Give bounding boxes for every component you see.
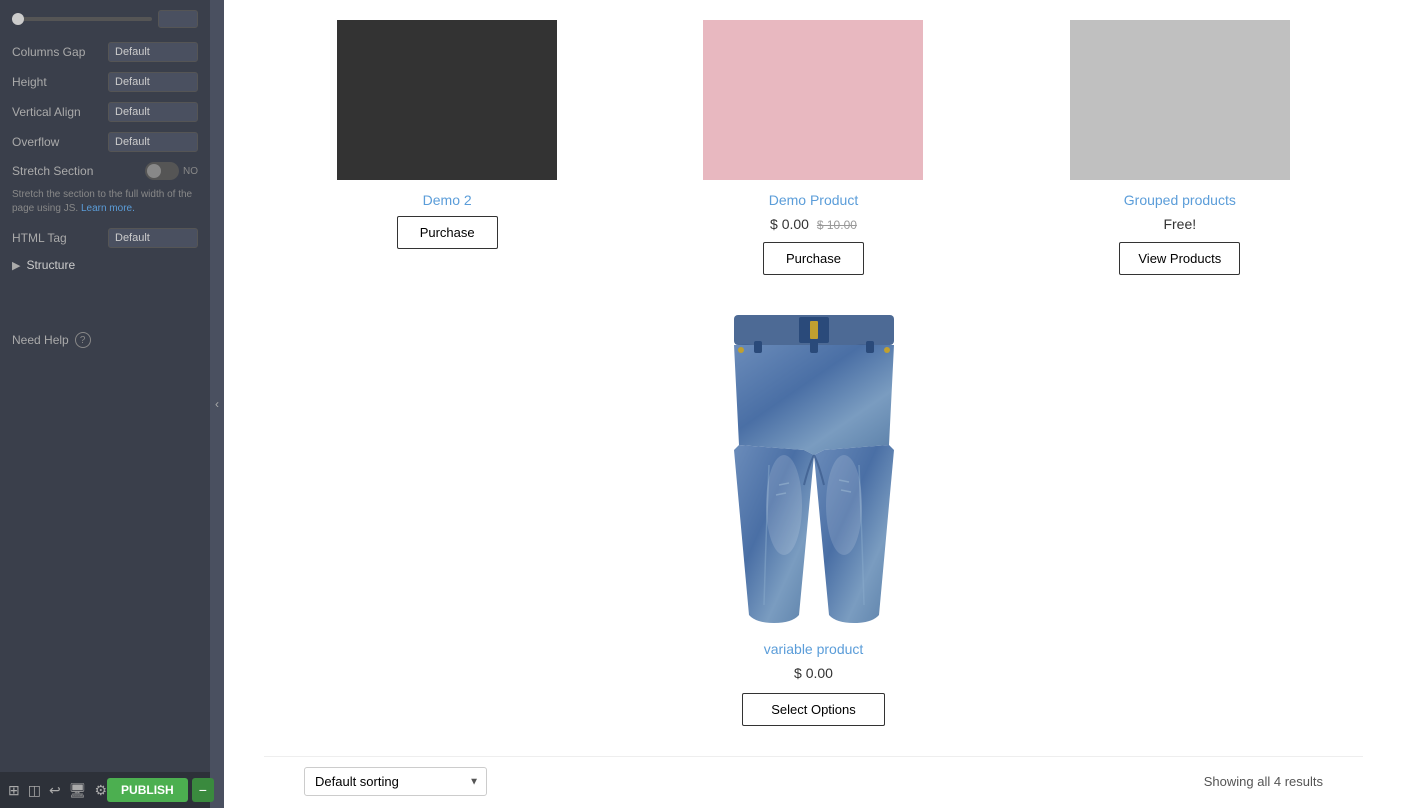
vertical-align-select[interactable]: Default (108, 102, 198, 122)
product-title-grouped[interactable]: Grouped products (1070, 192, 1290, 208)
columns-gap-label: Columns Gap (12, 45, 85, 59)
publish-group: PUBLISH − (107, 778, 214, 802)
columns-gap-row: Columns Gap Default (12, 42, 198, 62)
product-price-demo-product: $ 0.00 $ 10.00 (703, 216, 923, 232)
main-content: Demo 2 Purchase Demo Product $ 0.00 $ 10… (224, 0, 1403, 808)
vertical-align-label: Vertical Align (12, 105, 81, 119)
slider-input[interactable] (12, 17, 152, 21)
toggle-off-label: NO (183, 166, 198, 177)
purchase-button-demo2[interactable]: Purchase (397, 216, 498, 249)
stretch-info-text: Stretch the section to the full width of… (12, 188, 198, 216)
structure-section[interactable]: ▶ Structure (12, 258, 198, 272)
height-label: Height (12, 75, 47, 89)
product-card-demo-product: Demo Product $ 0.00 $ 10.00 Purchase (703, 20, 923, 275)
products-top-row: Demo 2 Purchase Demo Product $ 0.00 $ 10… (264, 20, 1363, 275)
settings-icon[interactable]: ⚙ (94, 782, 107, 799)
html-tag-label: HTML Tag (12, 231, 67, 245)
variable-product-area: variable product $ 0.00 Select Options (264, 305, 1363, 726)
product-image-demo-product (703, 20, 923, 180)
select-options-button[interactable]: Select Options (742, 693, 885, 726)
height-row: Height Default (12, 72, 198, 92)
html-tag-row: HTML Tag Default (12, 228, 198, 248)
left-sidebar: Columns Gap Default Height Default Verti… (0, 0, 210, 808)
undo-icon[interactable]: ↩ (49, 782, 61, 799)
sidebar-collapse-handle[interactable]: ‹ (210, 0, 224, 808)
learn-more-link[interactable]: Learn more. (81, 203, 135, 214)
stretch-section-label: Stretch Section (12, 164, 93, 178)
variable-product-price: $ 0.00 (794, 665, 833, 681)
price-current: $ 0.00 (770, 216, 809, 232)
results-text: Showing all 4 results (1204, 774, 1323, 789)
price-free: Free! (1070, 216, 1290, 232)
grid-icon[interactable]: ⊞ (8, 782, 20, 799)
publish-minus-button[interactable]: − (192, 778, 214, 802)
price-original: $ 10.00 (817, 218, 857, 232)
sidebar-panel: Columns Gap Default Height Default Verti… (0, 0, 210, 808)
product-title-demo-product[interactable]: Demo Product (703, 192, 923, 208)
bottom-icons: ⊞ ◫ ↩ 🖥 ⚙ (8, 782, 107, 799)
need-help-row: Need Help ? (12, 332, 198, 348)
bottom-bar: ⊞ ◫ ↩ 🖥 ⚙ PUBLISH − (0, 772, 210, 808)
products-area: Demo 2 Purchase Demo Product $ 0.00 $ 10… (224, 0, 1403, 808)
product-card-demo2: Demo 2 Purchase (337, 20, 557, 275)
publish-button[interactable]: PUBLISH (107, 778, 188, 802)
height-select[interactable]: Default (108, 72, 198, 92)
structure-label: Structure (26, 258, 75, 272)
sorting-wrapper: Default sorting Sort by popularity Sort … (304, 767, 487, 796)
stretch-section-row: Stretch Section NO (12, 162, 198, 180)
footer-bar: Default sorting Sort by popularity Sort … (264, 756, 1363, 806)
variable-product-title[interactable]: variable product (764, 641, 864, 657)
product-card-grouped: Grouped products Free! View Products (1070, 20, 1290, 275)
desktop-icon[interactable]: 🖥 (69, 782, 87, 799)
structure-arrow-icon: ▶ (12, 259, 20, 272)
overflow-row: Overflow Default (12, 132, 198, 152)
layers-icon[interactable]: ◫ (28, 782, 41, 799)
html-tag-select[interactable]: Default (108, 228, 198, 248)
vertical-align-row: Vertical Align Default (12, 102, 198, 122)
jeans-image (714, 305, 914, 625)
sorting-select[interactable]: Default sorting Sort by popularity Sort … (304, 767, 487, 796)
view-products-button[interactable]: View Products (1119, 242, 1240, 275)
product-image-demo2 (337, 20, 557, 180)
need-help-label: Need Help (12, 333, 69, 347)
purchase-button-demo-product[interactable]: Purchase (763, 242, 864, 275)
overflow-label: Overflow (12, 135, 59, 149)
product-title-demo2[interactable]: Demo 2 (337, 192, 557, 208)
slider-number-input[interactable] (158, 10, 198, 28)
help-icon[interactable]: ? (75, 332, 91, 348)
product-image-grouped (1070, 20, 1290, 180)
slider-row (12, 10, 198, 28)
overflow-select[interactable]: Default (108, 132, 198, 152)
columns-gap-select[interactable]: Default (108, 42, 198, 62)
stretch-section-toggle[interactable] (145, 162, 179, 180)
